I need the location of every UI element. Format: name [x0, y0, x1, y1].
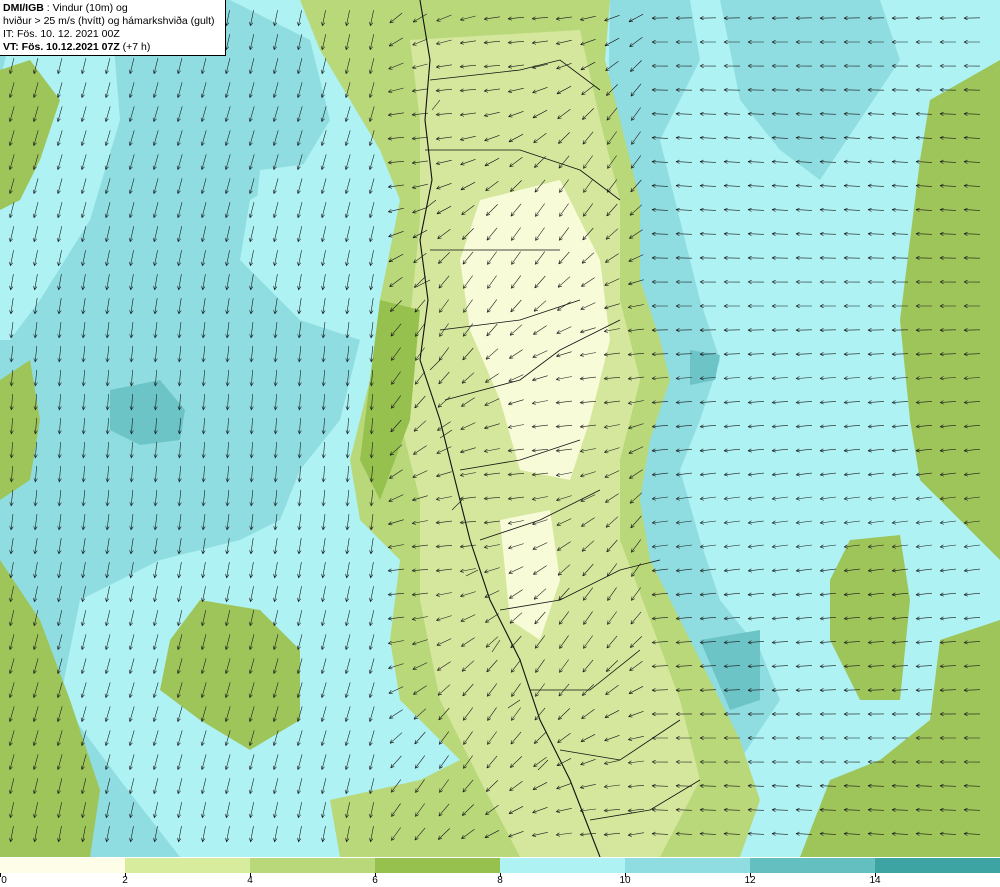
legend-swatch — [750, 858, 875, 873]
title-text: : Vindur (10m) og — [43, 2, 128, 14]
info-box: DMI/IGB : Vindur (10m) og hviður > 25 m/… — [0, 0, 226, 56]
legend-tick-label: 14 — [869, 875, 881, 886]
legend-tick-label: 0 — [1, 875, 7, 886]
source-label: DMI/IGB — [3, 2, 44, 14]
legend-tick-label: 6 — [372, 875, 378, 886]
legend-swatch — [625, 858, 750, 873]
issue-time: IT: Fös. 10. 12. 2021 00Z — [3, 28, 120, 40]
wind-map — [0, 0, 1000, 857]
legend-tick-label: 12 — [744, 875, 756, 886]
title-line: DMI/IGB : Vindur (10m) og — [3, 2, 222, 15]
gust-line: hviður > 25 m/s (hvítt) og hámarkshviða … — [3, 15, 215, 27]
legend-swatch — [250, 858, 375, 873]
legend-swatch — [125, 858, 250, 873]
valid-time: VT: Fös. 10.12.2021 07Z — [3, 41, 120, 53]
legend-tick-label: 8 — [497, 875, 503, 886]
legend-bar — [0, 858, 1000, 873]
legend-tick-label: 2 — [122, 875, 128, 886]
legend-swatch — [500, 858, 625, 873]
legend-tick-label: 10 — [619, 875, 631, 886]
legend-swatch — [0, 858, 125, 873]
legend-swatch — [375, 858, 500, 873]
lead-time: (+7 h) — [119, 41, 151, 53]
valid-time-line: VT: Fös. 10.12.2021 07Z (+7 h) — [3, 41, 222, 54]
color-legend: 0 2 4 6 8 10 12 14 — [0, 857, 1000, 887]
legend-tick-label: 4 — [247, 875, 253, 886]
legend-swatch — [875, 858, 1000, 873]
